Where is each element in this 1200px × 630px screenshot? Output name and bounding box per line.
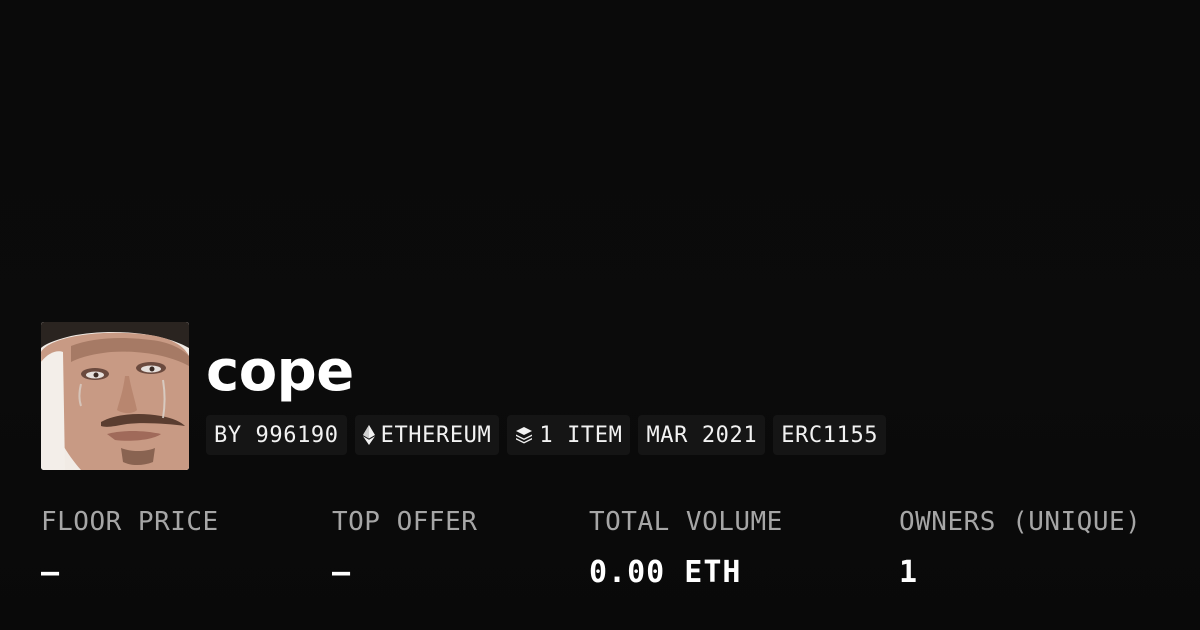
total-volume-label: TOTAL VOLUME <box>589 507 783 537</box>
top-offer-label: TOP OFFER <box>332 507 478 537</box>
floor-price-label: FLOOR PRICE <box>41 507 219 537</box>
chain-label: ETHEREUM <box>380 422 492 448</box>
created-date-tag: MAR 2021 <box>638 415 766 455</box>
total-volume-value: 0.00 ETH <box>589 555 742 590</box>
items-tag: 1 ITEM <box>507 415 631 455</box>
collection-tags: BY 996190 ETHEREUM 1 ITEM MAR 2021 ERC11… <box>206 415 887 455</box>
top-offer-stat: TOP OFFER – <box>332 505 477 591</box>
token-standard-label: ERC1155 <box>781 422 879 448</box>
ethereum-icon <box>362 425 375 445</box>
top-offer-value: – <box>332 555 352 590</box>
chain-tag: ETHEREUM <box>354 415 500 455</box>
crying-man-portrait <box>41 322 189 470</box>
collection-title: cope <box>206 339 354 404</box>
layers-icon <box>515 426 533 444</box>
floor-price-value: – <box>41 555 61 590</box>
owners-label: OWNERS (UNIQUE) <box>899 507 1142 537</box>
creator-tag[interactable]: BY 996190 <box>206 415 347 455</box>
creator-label: BY 996190 <box>214 422 339 448</box>
items-label: 1 ITEM <box>539 422 623 448</box>
owners-stat: OWNERS (UNIQUE) 1 <box>899 505 1141 591</box>
floor-price-stat: FLOOR PRICE – <box>41 505 219 591</box>
token-standard-tag: ERC1155 <box>773 415 887 455</box>
total-volume-stat: TOTAL VOLUME 0.00 ETH <box>589 505 783 591</box>
owners-value: 1 <box>899 555 919 590</box>
collection-avatar <box>41 322 189 470</box>
created-date-label: MAR 2021 <box>646 422 758 448</box>
